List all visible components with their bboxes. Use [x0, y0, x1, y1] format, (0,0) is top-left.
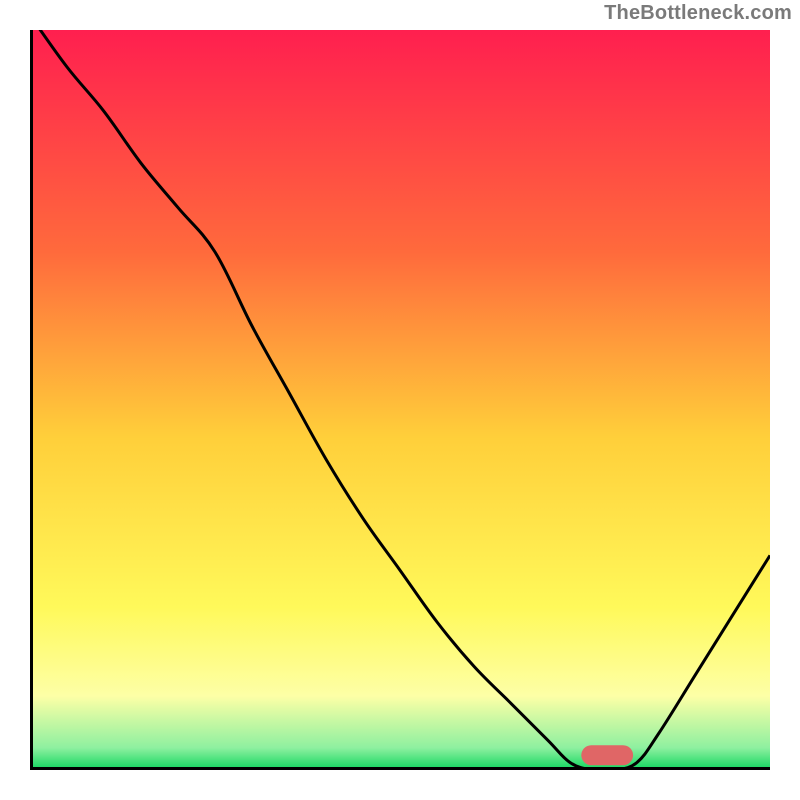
chart-container: TheBottleneck.com	[0, 0, 800, 800]
gradient-background	[30, 30, 770, 770]
attribution-label: TheBottleneck.com	[604, 2, 792, 25]
chart-plot-area	[30, 30, 770, 770]
optimum-marker	[581, 745, 633, 765]
chart-svg	[30, 30, 770, 770]
